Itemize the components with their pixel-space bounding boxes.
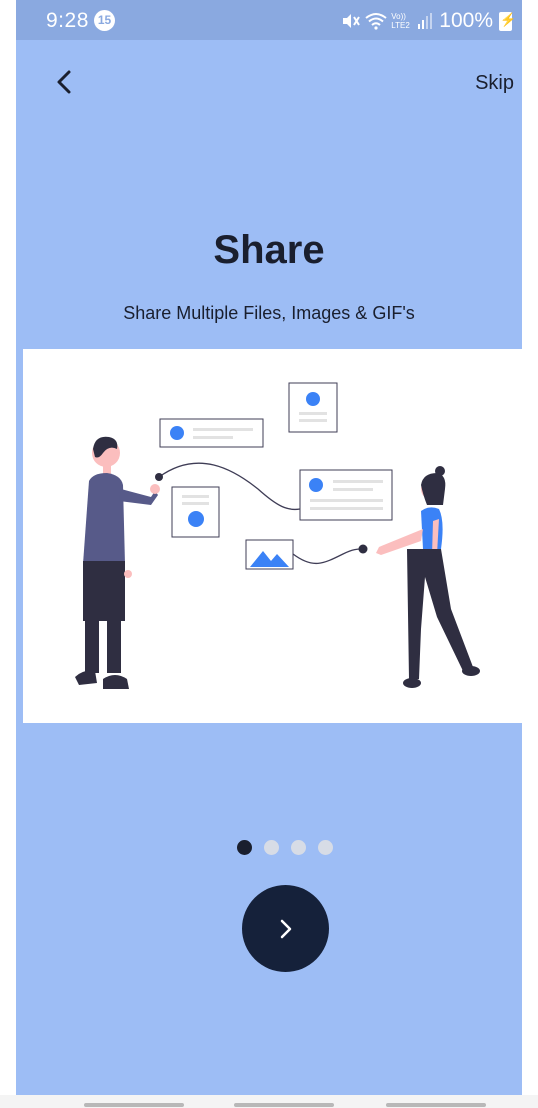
next-button[interactable] (242, 885, 329, 972)
onboarding-screen: 9:28 15 Vo)) LTE2 100% ⚡ Skip Share Shar… (16, 0, 522, 1095)
notification-count-badge: 15 (94, 10, 115, 31)
chevron-left-icon (57, 70, 71, 94)
nav-home-indicator[interactable] (234, 1103, 334, 1107)
system-nav-bar (0, 1095, 538, 1108)
page-subtitle: Share Multiple Files, Images & GIF's (123, 303, 415, 323)
status-bar: 9:28 15 Vo)) LTE2 100% ⚡ (16, 0, 522, 40)
page-title: Share (213, 228, 325, 272)
battery-percentage: 100% (439, 9, 493, 32)
page-dot-2[interactable] (264, 840, 279, 855)
skip-button[interactable]: Skip (475, 72, 514, 95)
mute-icon (343, 14, 361, 28)
network-type-label: Vo)) LTE2 (391, 12, 410, 30)
page-dot-1[interactable] (237, 840, 252, 855)
nav-recents-indicator[interactable] (84, 1103, 184, 1107)
signal-icons: Vo)) LTE2 (341, 12, 433, 30)
page-dot-3[interactable] (291, 840, 306, 855)
chevron-right-icon (280, 919, 291, 938)
wifi-icon (365, 13, 387, 30)
page-dot-4[interactable] (318, 840, 333, 855)
nav-back-indicator[interactable] (386, 1103, 486, 1107)
back-button[interactable] (46, 62, 86, 102)
share-illustration (23, 349, 522, 723)
share-illustration-graphic (75, 382, 480, 689)
page-indicator (237, 840, 333, 855)
signal-strength-icon (418, 13, 433, 29)
battery-icon (499, 11, 516, 31)
status-right-group: Vo)) LTE2 100% (341, 9, 516, 33)
status-time: 9:28 (46, 9, 89, 32)
